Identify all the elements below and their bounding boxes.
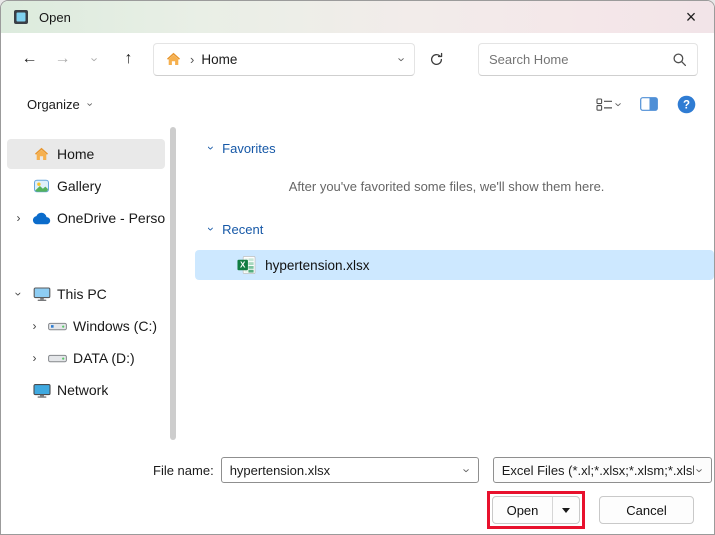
drive-icon bbox=[48, 352, 67, 365]
cancel-button[interactable]: Cancel bbox=[599, 496, 694, 524]
forward-button[interactable]: → bbox=[46, 43, 79, 76]
annotation-highlight-box: Open bbox=[487, 491, 585, 529]
drive-icon bbox=[48, 320, 67, 333]
help-button[interactable]: ? bbox=[675, 93, 698, 116]
search-icon bbox=[672, 52, 687, 67]
file-item-hypertension[interactable]: X hypertension.xlsx bbox=[195, 250, 714, 280]
favorites-section-header[interactable]: › Favorites bbox=[179, 135, 714, 161]
file-type-select[interactable]: Excel Files (*.xl;*.xlsx;*.xlsm;*.xlsb › bbox=[492, 457, 712, 483]
back-button[interactable]: ← bbox=[13, 43, 46, 76]
file-list-area: › Favorites After you've favorited some … bbox=[179, 123, 714, 448]
sidebar-item-label: Home bbox=[57, 146, 95, 162]
dialog-body: Home Gallery › OneDrive - Perso › This P… bbox=[1, 123, 714, 448]
address-bar[interactable]: › Home › bbox=[153, 42, 415, 76]
chevron-down-icon: › bbox=[611, 101, 627, 107]
preview-pane-button[interactable] bbox=[638, 95, 660, 113]
recent-section-header[interactable]: › Recent bbox=[179, 216, 714, 242]
computer-icon bbox=[32, 286, 51, 302]
breadcrumb-separator: › bbox=[190, 51, 195, 67]
sidebar-scrollbar[interactable] bbox=[170, 127, 177, 440]
sidebar-item-label: DATA (D:) bbox=[73, 350, 135, 366]
home-icon bbox=[32, 146, 51, 162]
chevron-down-icon: › bbox=[204, 146, 219, 150]
navigation-bar: ← → › ↑ › Home › bbox=[1, 33, 714, 85]
expand-chevron-icon[interactable]: › bbox=[11, 211, 26, 225]
app-icon bbox=[13, 9, 29, 25]
excel-file-icon: X bbox=[237, 255, 256, 275]
open-split-button: Open bbox=[492, 496, 580, 524]
open-dropdown-button[interactable] bbox=[553, 497, 579, 523]
organize-label: Organize bbox=[27, 96, 80, 112]
command-toolbar: Organize › › ? bbox=[1, 85, 714, 123]
refresh-icon bbox=[431, 52, 443, 65]
sidebar-item-onedrive[interactable]: › OneDrive - Perso bbox=[7, 203, 166, 233]
gallery-icon bbox=[32, 178, 51, 194]
organize-button[interactable]: Organize › bbox=[27, 96, 95, 112]
window-title: Open bbox=[39, 9, 71, 25]
network-icon bbox=[32, 383, 51, 398]
file-name-label: File name: bbox=[153, 462, 214, 478]
sidebar-item-windows-c[interactable]: › Windows (C:) bbox=[7, 311, 165, 341]
address-dropdown-icon[interactable]: › bbox=[394, 57, 409, 61]
sidebar-item-this-pc[interactable]: › This PC bbox=[7, 279, 165, 309]
file-name-row: File name: › Excel Files (*.xl;*.xlsx;*.… bbox=[1, 456, 714, 484]
expand-chevron-icon[interactable]: › bbox=[27, 351, 42, 365]
file-type-value: Excel Files (*.xl;*.xlsx;*.xlsm;*.xlsb bbox=[501, 462, 695, 478]
buttons-row: Open Cancel bbox=[1, 491, 714, 529]
sidebar-item-data-d[interactable]: › DATA (D:) bbox=[7, 343, 165, 373]
sidebar-item-home[interactable]: Home bbox=[7, 139, 166, 169]
sidebar-item-network[interactable]: Network bbox=[7, 375, 165, 405]
sidebar-item-label: Windows (C:) bbox=[73, 318, 158, 334]
sidebar-item-gallery[interactable]: Gallery bbox=[7, 171, 165, 201]
navigation-pane: Home Gallery › OneDrive - Perso › This P… bbox=[1, 123, 179, 448]
search-box bbox=[478, 42, 698, 76]
sidebar-item-label: This PC bbox=[57, 286, 107, 302]
recent-locations-button[interactable]: › bbox=[79, 43, 112, 76]
svg-text:X: X bbox=[240, 261, 246, 270]
chevron-down-icon[interactable]: › bbox=[460, 468, 475, 472]
help-icon: ? bbox=[677, 95, 696, 113]
dialog-footer: File name: › Excel Files (*.xl;*.xlsx;*.… bbox=[1, 448, 714, 534]
open-dialog: Open × ← → › ↑ › Home › Or bbox=[0, 0, 715, 535]
file-name: hypertension.xlsx bbox=[265, 257, 370, 273]
favorites-empty-message: After you've favorited some files, we'll… bbox=[288, 179, 605, 194]
home-icon bbox=[164, 51, 183, 67]
refresh-button[interactable] bbox=[420, 43, 453, 76]
favorites-header-label: Favorites bbox=[222, 140, 276, 156]
chevron-down-icon: › bbox=[693, 467, 709, 473]
toolbar-right-group: › ? bbox=[594, 93, 698, 116]
file-name-input[interactable] bbox=[229, 462, 462, 478]
view-options-icon bbox=[596, 97, 612, 111]
chevron-down-icon: › bbox=[83, 102, 96, 106]
svg-text:?: ? bbox=[683, 99, 690, 111]
sidebar-item-label: Gallery bbox=[57, 178, 102, 194]
preview-pane-icon bbox=[640, 97, 658, 111]
onedrive-icon bbox=[32, 212, 51, 225]
recent-header-label: Recent bbox=[222, 221, 264, 237]
expand-chevron-icon[interactable]: › bbox=[27, 319, 42, 333]
chevron-down-icon: › bbox=[204, 227, 219, 231]
breadcrumb-home[interactable]: Home bbox=[201, 52, 237, 67]
titlebar: Open × bbox=[1, 1, 714, 33]
dropdown-triangle-icon bbox=[562, 507, 570, 513]
open-button[interactable]: Open bbox=[493, 497, 553, 523]
close-button[interactable]: × bbox=[668, 1, 714, 33]
up-button[interactable]: ↑ bbox=[112, 43, 145, 76]
sidebar-item-label: Network bbox=[57, 382, 109, 398]
chevron-down-icon: › bbox=[88, 56, 103, 62]
search-input[interactable] bbox=[489, 51, 672, 67]
file-name-combobox[interactable]: › bbox=[220, 457, 479, 483]
view-options-button[interactable]: › bbox=[594, 95, 627, 114]
collapse-chevron-icon[interactable]: › bbox=[12, 287, 26, 302]
sidebar-item-label: OneDrive - Perso bbox=[57, 210, 166, 226]
